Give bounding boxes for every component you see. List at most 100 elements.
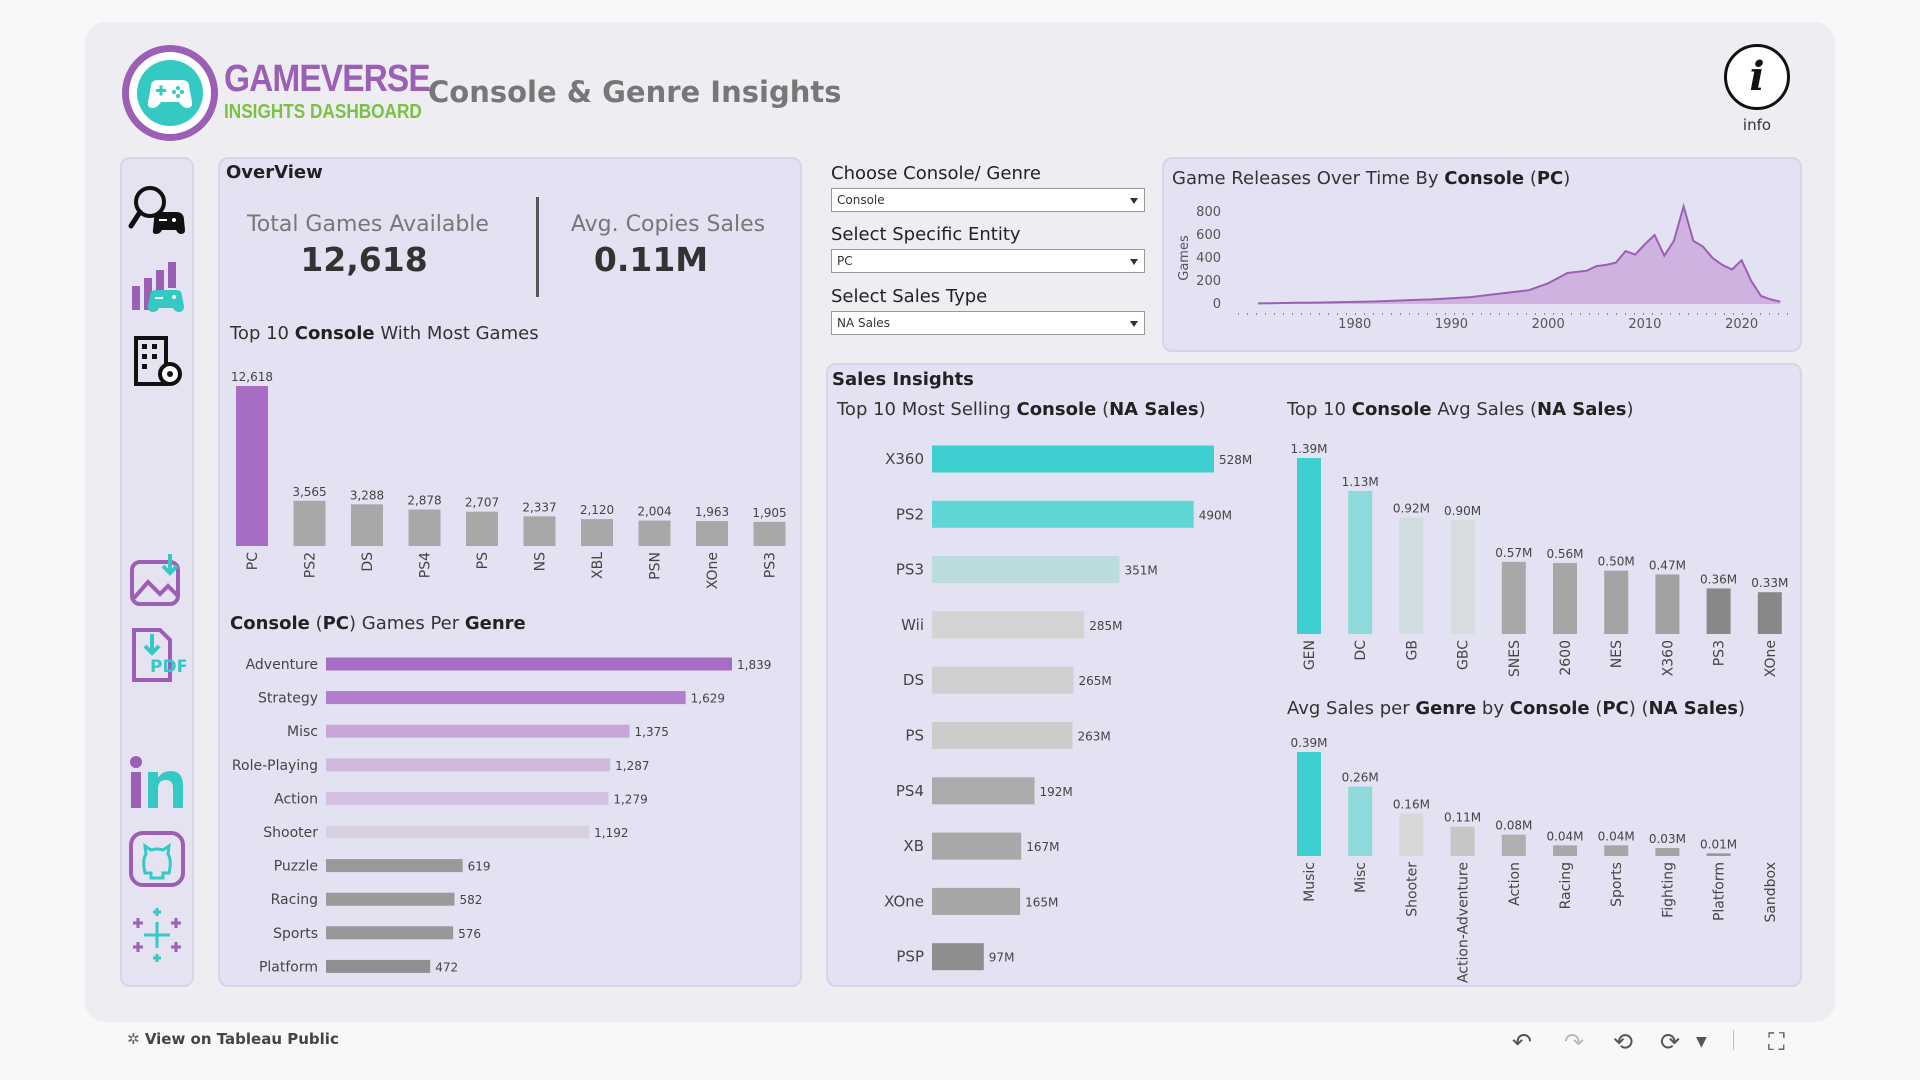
category-label: X360 (885, 450, 924, 468)
bar-Platform[interactable] (1706, 853, 1731, 856)
genre-avg-chart-title: Avg Sales per Genre by Console (PC) (NA … (1287, 698, 1746, 719)
bar-Shooter[interactable] (326, 825, 590, 839)
bar-PS3[interactable] (753, 521, 786, 546)
kpi-avg-sales-value: 0.11M (593, 240, 709, 279)
bar-DS[interactable] (932, 666, 1074, 694)
gameverse-logo (122, 45, 218, 141)
bar-Misc[interactable] (326, 724, 630, 738)
release-chart-title: Game Releases Over Time By Console (PC) (1172, 168, 1571, 189)
page-title: Console & Genre Insights (428, 75, 842, 109)
bar-Misc[interactable] (1348, 786, 1373, 856)
x-tick-label: 1980 (1338, 317, 1371, 332)
download-image-icon[interactable] (128, 552, 186, 610)
category-label: PS (905, 727, 924, 745)
data-label: 0.11M (1444, 811, 1481, 825)
refresh-icon[interactable]: ⟳ (1660, 1028, 1680, 1056)
bar-GEN[interactable] (1297, 458, 1321, 634)
bar-2600[interactable] (1553, 563, 1577, 634)
bar-DC[interactable] (1348, 490, 1373, 634)
console-avg-chart-title: Top 10 Console Avg Sales (NA Sales) (1287, 399, 1634, 420)
bar-XOne[interactable] (932, 887, 1021, 915)
category-label: DS (903, 671, 924, 689)
bar-Role-Playing[interactable] (326, 758, 611, 772)
bar-XBL[interactable] (581, 519, 613, 546)
bar-Action[interactable] (326, 791, 609, 805)
bar-Racing[interactable] (326, 892, 455, 906)
category-label: PS3 (1712, 640, 1728, 666)
sales-type-select[interactable]: NA Sales (831, 311, 1145, 335)
fullscreen-icon[interactable]: ⛶ (1768, 1028, 1785, 1056)
bar-Strategy[interactable] (326, 691, 686, 705)
tableau-public-link[interactable]: ✲ View on Tableau Public (127, 1030, 339, 1048)
top-selling-bar-chart: X360 528M PS2 490M PS3 351M Wii 285M DS 265M PS 263… (884, 445, 1252, 971)
redo-icon[interactable]: ↷ (1564, 1028, 1584, 1056)
bar-Shooter[interactable] (1399, 813, 1424, 856)
data-label: 2,337 (522, 500, 556, 514)
data-label: 472 (435, 960, 458, 974)
top-console-chart-title: Top 10 Console With Most Games (230, 323, 539, 344)
bar-Puzzle[interactable] (326, 859, 463, 873)
bar-Fighting[interactable] (1655, 848, 1680, 856)
bar-XOne[interactable] (1757, 592, 1782, 634)
y-tick-label: 0 (1213, 297, 1221, 312)
bar-PS[interactable] (932, 722, 1073, 749)
download-pdf-icon[interactable]: PDF (128, 626, 188, 684)
bar-PS3[interactable] (932, 556, 1120, 584)
revert-icon[interactable]: ⟲ (1613, 1028, 1633, 1056)
data-label: 167M (1026, 840, 1059, 854)
category-label: Sandbox (1763, 862, 1779, 923)
bar-GB[interactable] (1399, 517, 1424, 634)
category-label: PS3 (763, 552, 779, 578)
category-label: PS4 (418, 552, 434, 578)
y-tick-label: 600 (1196, 228, 1221, 243)
bar-Sports[interactable] (326, 926, 454, 940)
bar-PSP[interactable] (932, 943, 984, 971)
bar-Music[interactable] (1297, 752, 1321, 856)
bar-GBC[interactable] (1450, 520, 1475, 634)
bar-Wii[interactable] (932, 611, 1085, 639)
bar-X360[interactable] (1655, 574, 1680, 634)
refresh-dropdown-icon[interactable]: ▼ (1696, 1034, 1707, 1050)
bar-PC[interactable] (236, 386, 268, 546)
bar-Adventure[interactable] (326, 657, 732, 671)
data-label: 12,618 (231, 370, 273, 384)
explore-icon[interactable] (128, 180, 186, 238)
entity-select[interactable]: PC (831, 249, 1145, 273)
bar-Platform[interactable] (326, 959, 431, 973)
bar-PS4[interactable] (932, 777, 1035, 805)
info-button[interactable]: i (1724, 44, 1790, 110)
bar-Action[interactable] (1501, 834, 1526, 856)
data-label: 0.57M (1495, 546, 1532, 560)
bar-PS2[interactable] (932, 500, 1194, 528)
release-area[interactable] (1258, 206, 1781, 304)
category-label: Platform (259, 959, 318, 975)
bar-XB[interactable] (932, 832, 1022, 860)
bar-XOne[interactable] (696, 521, 728, 546)
kpi-total-games-label: Total Games Available (247, 212, 489, 237)
data-label: 1.13M (1342, 475, 1379, 489)
bar-SNES[interactable] (1501, 561, 1526, 634)
bar-X360[interactable] (932, 445, 1214, 473)
linkedin-icon[interactable] (128, 754, 186, 812)
bar-PS[interactable] (466, 511, 498, 546)
bar-NS[interactable] (523, 516, 556, 546)
bar-PS3[interactable] (1706, 588, 1731, 634)
console-stats-icon[interactable] (128, 256, 186, 314)
bar-Sports[interactable] (1604, 845, 1629, 856)
tableau-icon[interactable] (128, 906, 186, 964)
settings-building-icon[interactable] (128, 332, 186, 390)
bar-PS2[interactable] (293, 500, 326, 546)
bar-PSN[interactable] (638, 520, 671, 546)
bar-DS[interactable] (351, 504, 383, 546)
bar-PS4[interactable] (408, 509, 441, 546)
chevron-down-icon (1130, 321, 1138, 327)
chevron-down-icon (1130, 198, 1138, 204)
chevron-down-icon (1130, 259, 1138, 265)
github-icon[interactable] (128, 830, 186, 888)
console-genre-select[interactable]: Console (831, 188, 1145, 212)
data-label: 528M (1219, 453, 1252, 467)
bar-Action-Adventure[interactable] (1450, 826, 1475, 856)
bar-NES[interactable] (1604, 570, 1629, 634)
undo-icon[interactable]: ↶ (1512, 1028, 1532, 1056)
bar-Racing[interactable] (1553, 845, 1577, 856)
